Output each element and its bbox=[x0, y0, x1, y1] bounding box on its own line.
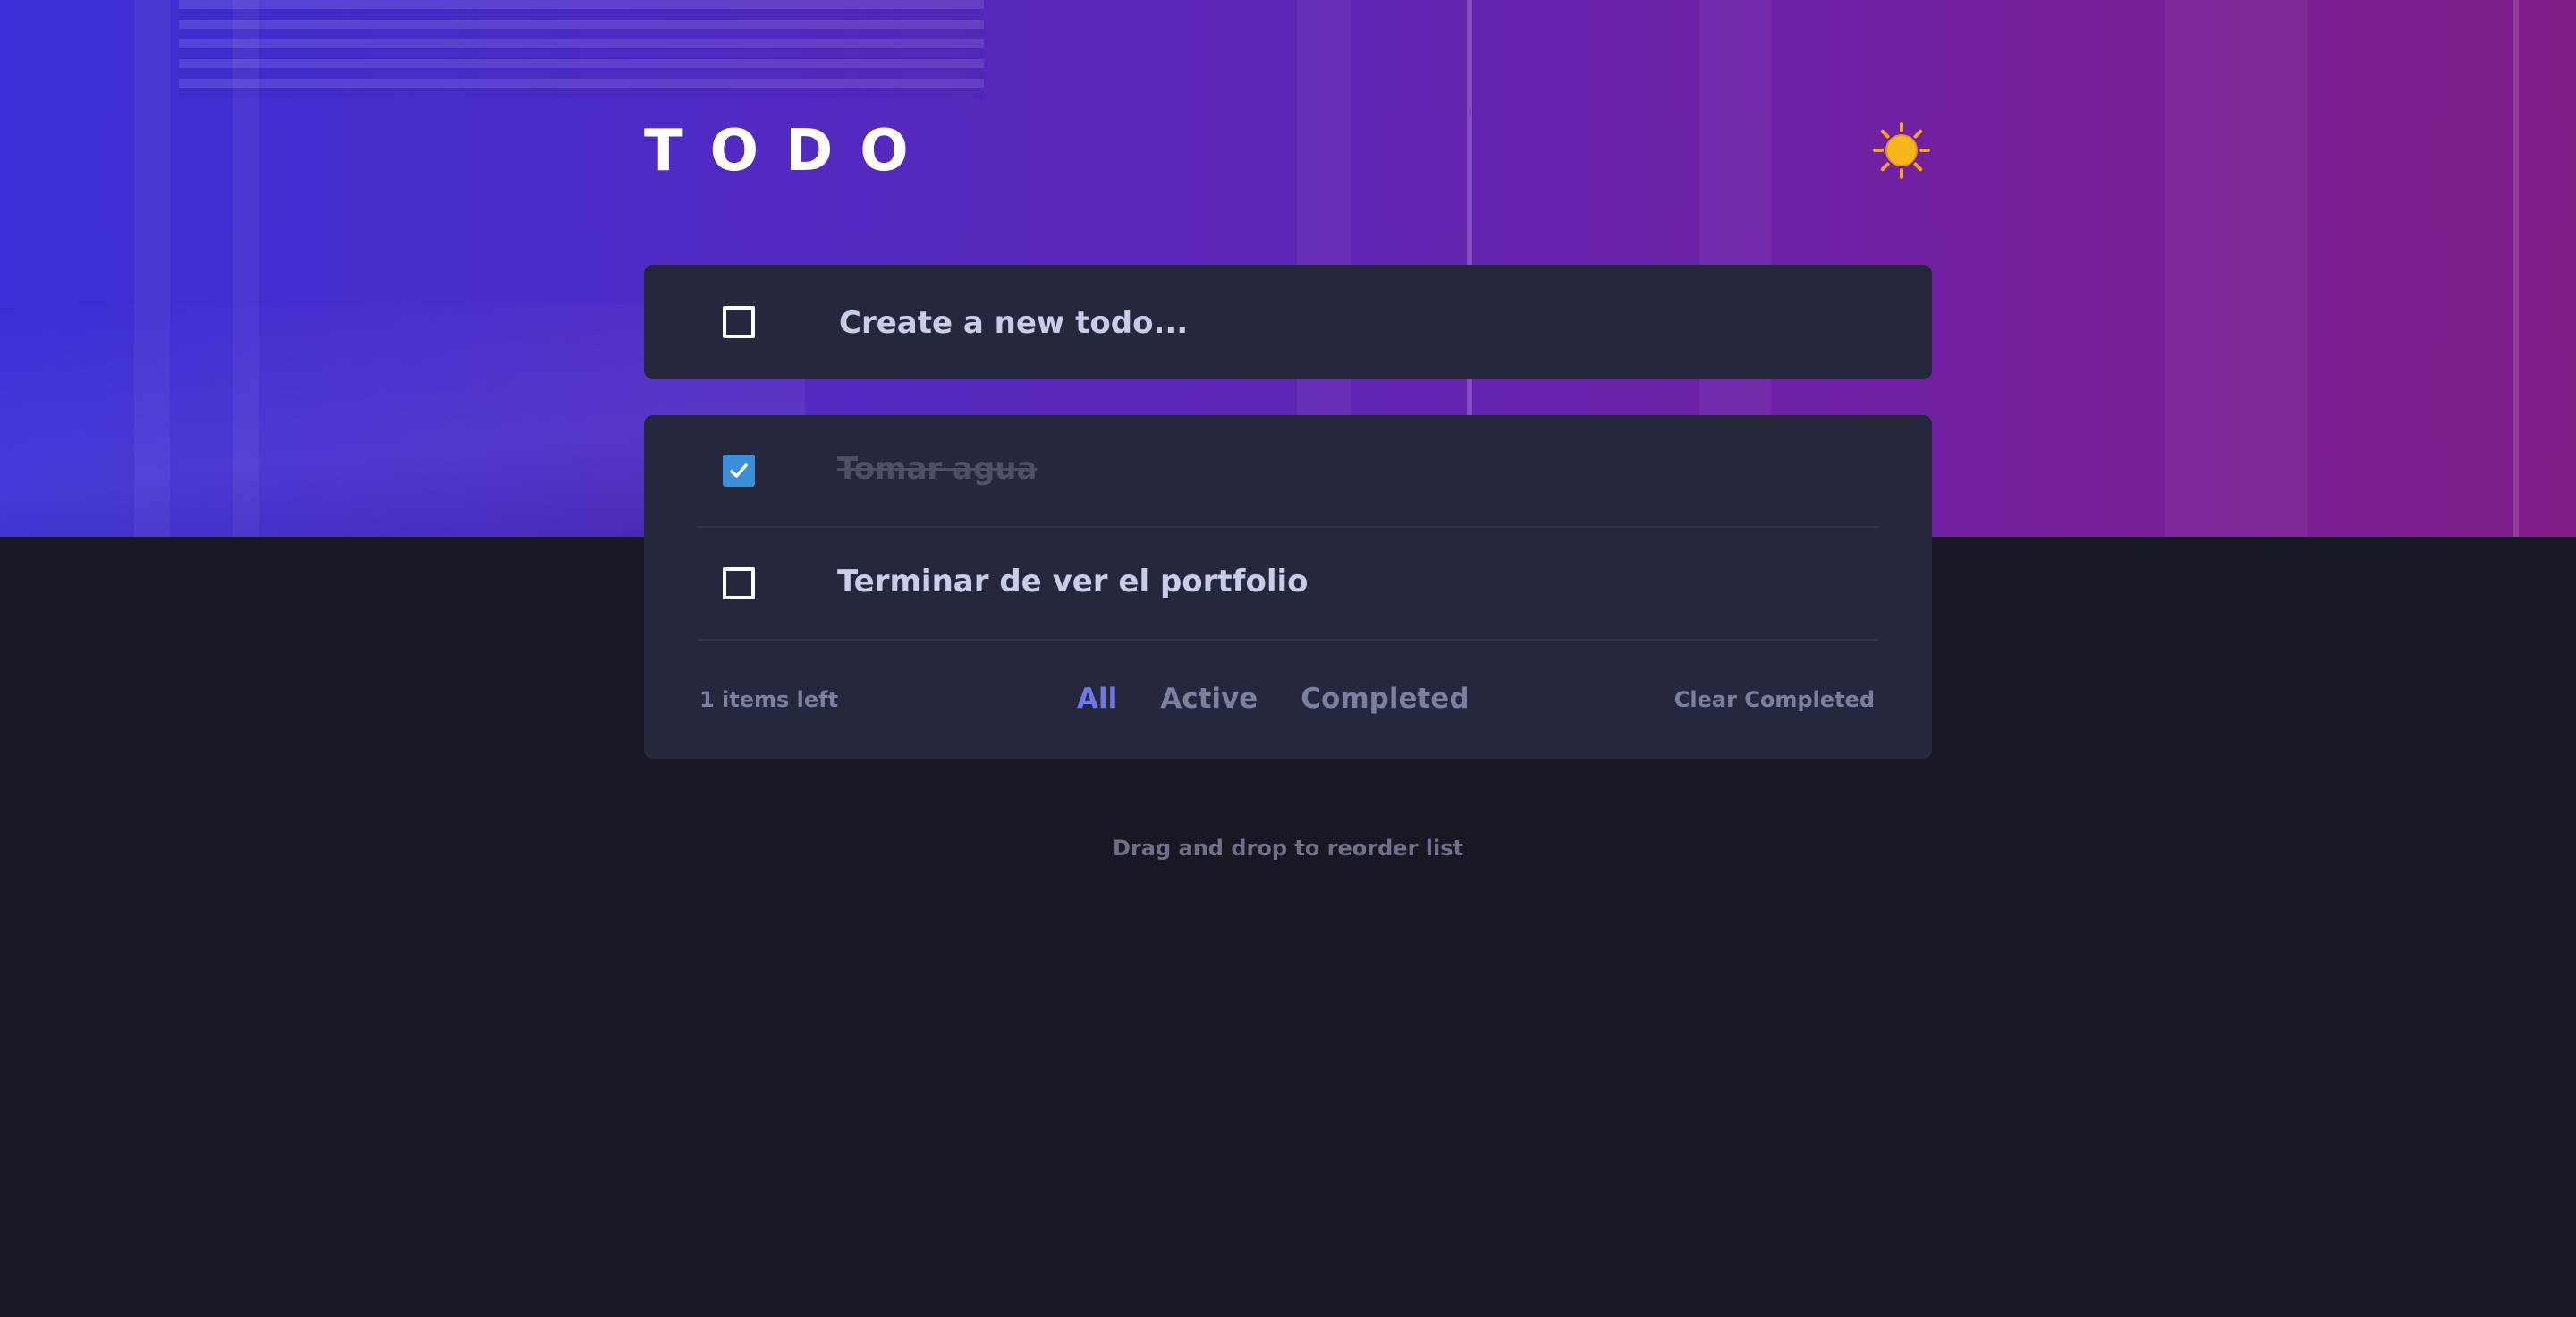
todo-text: Tomar agua bbox=[837, 451, 1038, 487]
new-todo-checkbox[interactable] bbox=[723, 306, 755, 338]
sun-icon bbox=[1873, 122, 1930, 179]
page-title: TODO bbox=[644, 118, 936, 184]
clear-completed-button[interactable]: Clear Completed bbox=[1674, 687, 1875, 712]
check-icon bbox=[730, 463, 748, 478]
theme-toggle-button[interactable] bbox=[1873, 122, 1930, 179]
filter-completed[interactable]: Completed bbox=[1301, 676, 1469, 721]
list-item[interactable]: Tomar agua bbox=[698, 415, 1878, 528]
list-footer: 1 items left All Active Completed Clear … bbox=[644, 641, 1932, 759]
drag-drop-hint: Drag and drop to reorder list bbox=[1113, 836, 1463, 861]
background-photo-column bbox=[2513, 0, 2519, 537]
new-todo-card bbox=[644, 265, 1932, 379]
filter-active[interactable]: Active bbox=[1160, 676, 1258, 721]
new-todo-input[interactable] bbox=[837, 295, 1869, 351]
todo-list: Tomar agua Terminar de ver el portfolio … bbox=[644, 415, 1932, 759]
list-item[interactable]: Terminar de ver el portfolio bbox=[698, 528, 1878, 641]
todo-checkbox-checked[interactable] bbox=[723, 455, 755, 487]
todo-checkbox[interactable] bbox=[723, 567, 755, 599]
filter-tabs: All Active Completed bbox=[1077, 676, 1470, 721]
background-photo-ceiling bbox=[179, 0, 984, 98]
background-photo-column bbox=[2165, 0, 2308, 537]
todo-text: Terminar de ver el portfolio bbox=[837, 564, 1309, 599]
filter-all[interactable]: All bbox=[1077, 676, 1117, 721]
items-left-count: 1 items left bbox=[699, 687, 839, 712]
